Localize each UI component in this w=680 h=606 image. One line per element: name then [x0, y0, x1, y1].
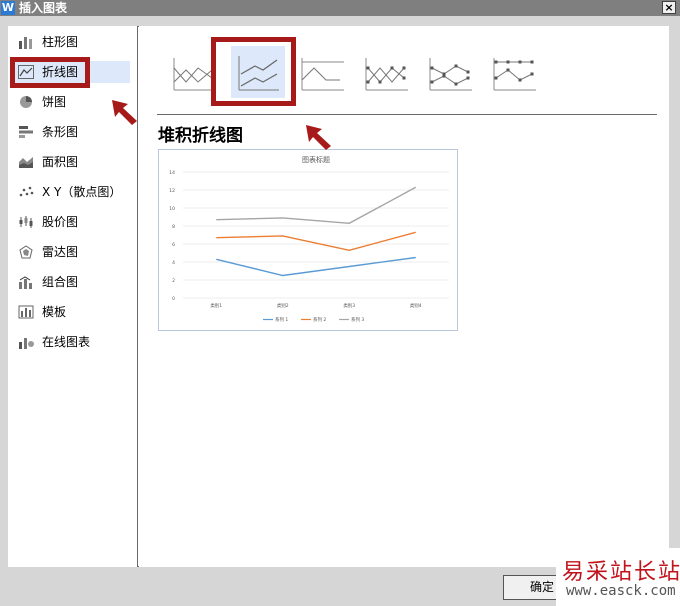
y-tick-label: 6 — [172, 242, 175, 248]
radar-chart-icon — [19, 245, 33, 259]
category-label: 饼图 — [42, 95, 67, 109]
dialog-title: 插入图表 — [19, 1, 68, 15]
category-combo[interactable]: 组合图 — [12, 271, 130, 293]
category-label: X Y（散点图） — [42, 185, 122, 199]
preview-chart-title: 图表标题 — [302, 155, 330, 164]
pie-chart-icon — [20, 96, 32, 108]
watermark-text: 易采站长站 — [562, 560, 680, 585]
y-tick-label: 0 — [172, 296, 175, 302]
x-tick-label: 类别2 — [277, 302, 289, 309]
category-scatter[interactable]: X Y（散点图） — [12, 181, 130, 203]
bar-chart-icon — [19, 126, 33, 138]
category-label: 模板 — [42, 305, 67, 319]
wps-app-icon: W — [1, 1, 15, 15]
x-tick-label: 类别1 — [210, 302, 222, 309]
insert-chart-dialog: W 插入图表 × 柱形图 折线图 饼图 条形图 面积图 X Y（散点图） 股价图… — [0, 0, 680, 606]
category-area[interactable]: 面积图 — [12, 151, 130, 173]
category-label: 雷达图 — [42, 245, 79, 259]
y-tick-label: 14 — [169, 170, 175, 176]
legend-label: 系列 3 — [351, 316, 364, 323]
category-label: 面积图 — [42, 155, 79, 169]
online-chart-icon — [19, 338, 34, 349]
legend-label: 系列 2 — [313, 316, 326, 323]
site-watermark: 易采站长站 www.easck.com — [556, 548, 680, 606]
chart-preview: 图表标题 0 2 4 6 8 10 12 14 类别1 类别2 类别3 类别4 系列 1 系列 2 系列 3 — [158, 149, 458, 331]
area-chart-icon — [19, 157, 33, 168]
preview-chart-svg: 图表标题 0 2 4 6 8 10 12 14 类别1 类别2 类别3 类别4 系列 1 系列 2 系列 3 — [169, 155, 449, 323]
category-label: 股价图 — [42, 215, 79, 229]
category-online[interactable]: 在线图表 — [12, 331, 130, 353]
scatter-chart-icon — [19, 186, 34, 197]
x-tick-label: 类别4 — [410, 302, 422, 309]
series-line-1 — [216, 256, 416, 277]
legend-label: 系列 1 — [275, 316, 288, 323]
stock-chart-icon — [19, 216, 33, 228]
subtype-title: 堆积折线图 — [158, 126, 243, 146]
y-tick-label: 8 — [172, 224, 175, 230]
category-template[interactable]: 模板 — [12, 301, 130, 323]
annotation-arrow-right — [306, 125, 331, 150]
column-chart-icon — [19, 37, 32, 49]
y-tick-label: 12 — [169, 188, 175, 194]
x-tick-label: 类别3 — [343, 302, 355, 309]
subtype-percent-line-thumb[interactable] — [296, 46, 350, 98]
y-tick-label: 10 — [169, 206, 175, 212]
template-icon — [18, 305, 34, 319]
close-button[interactable]: × — [662, 1, 676, 14]
category-radar[interactable]: 雷达图 — [12, 241, 130, 263]
category-label: 柱形图 — [42, 35, 79, 49]
category-label: 在线图表 — [42, 335, 91, 349]
category-column[interactable]: 柱形图 — [12, 31, 130, 53]
series-line-2 — [216, 231, 416, 252]
y-tick-label: 2 — [172, 278, 175, 284]
subtype-separator — [157, 114, 657, 115]
watermark-url: www.easck.com — [566, 583, 676, 599]
annotation-box-category — [10, 57, 90, 88]
category-label: 组合图 — [42, 275, 79, 289]
combo-chart-icon — [19, 276, 32, 289]
y-tick-label: 4 — [172, 260, 175, 266]
category-label: 条形图 — [42, 125, 79, 139]
title-bar[interactable]: W 插入图表 × — [0, 0, 680, 16]
category-stock[interactable]: 股价图 — [12, 211, 130, 233]
subtype-percent-line-markers-thumb[interactable] — [488, 46, 542, 98]
subtype-stacked-line-markers-thumb[interactable] — [424, 46, 478, 98]
annotation-arrow-left — [112, 100, 137, 125]
subtype-line-markers-thumb[interactable] — [360, 46, 414, 98]
series-line-3 — [216, 186, 417, 225]
annotation-box-subtype — [211, 37, 296, 106]
